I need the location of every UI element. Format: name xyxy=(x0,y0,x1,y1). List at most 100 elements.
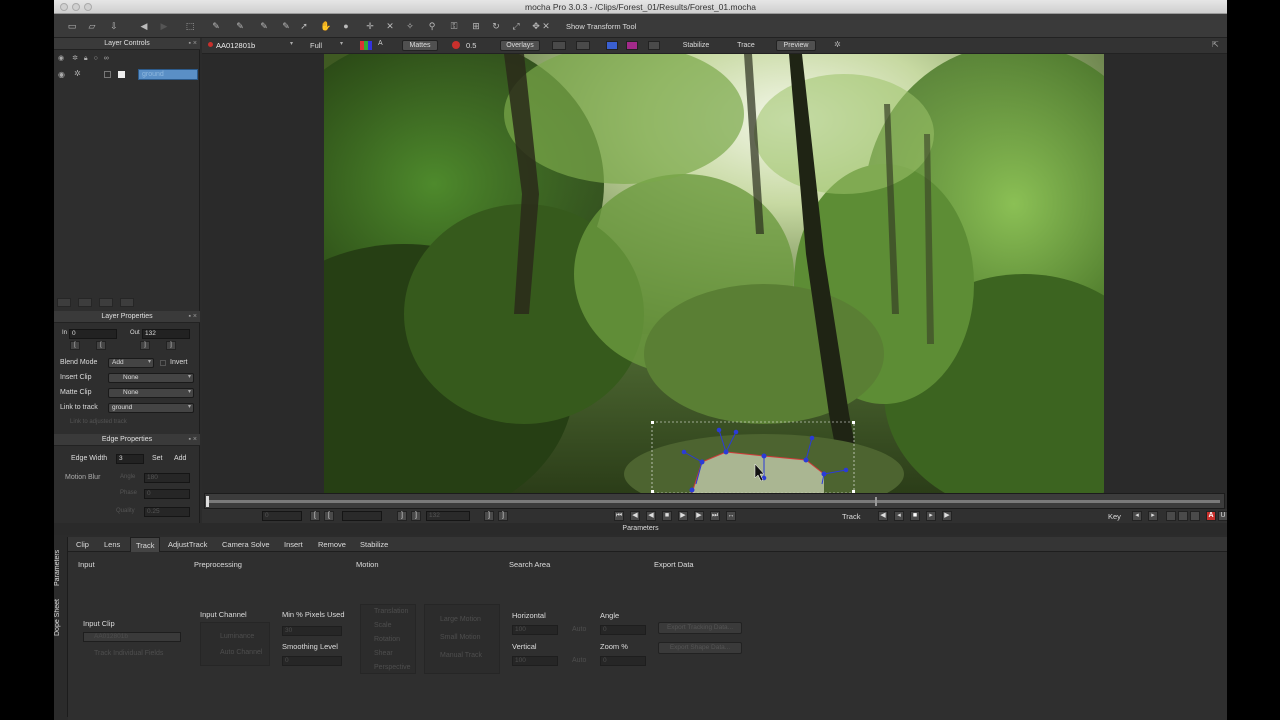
close-edge-properties-icon[interactable]: ▪ × xyxy=(188,434,197,446)
export-shape-data-button[interactable]: Export Shape Data... xyxy=(658,642,742,654)
large-motion-radio[interactable]: Large Motion xyxy=(440,616,481,623)
clip-name-select[interactable]: AA012801b xyxy=(216,41,255,50)
tab-clip[interactable]: Clip xyxy=(76,540,89,549)
feather-tool-icon[interactable]: ⊞ xyxy=(470,20,482,32)
tab-camera-solve[interactable]: Camera Solve xyxy=(222,540,270,549)
pointer-tool-icon[interactable]: ➚ xyxy=(298,20,310,32)
go-to-end-button[interactable]: ⏭ xyxy=(710,511,720,521)
lock-header-icon[interactable]: 🔒︎ xyxy=(84,55,88,62)
surface-icon[interactable] xyxy=(606,41,618,50)
prev-key-button[interactable]: ◂ xyxy=(1132,511,1142,521)
alpha-channel-icon[interactable]: A xyxy=(378,40,383,47)
in-set-button[interactable]: [ xyxy=(70,341,80,350)
layer-row-ground[interactable]: ◉ ✲ ground xyxy=(56,68,198,81)
play-backward-button[interactable]: ◀ xyxy=(646,511,656,521)
phase-field[interactable]: 0 xyxy=(144,489,190,499)
angle-field[interactable]: 0 xyxy=(600,625,646,635)
tab-lens[interactable]: Lens xyxy=(104,540,120,549)
zoom-select[interactable]: Full xyxy=(310,41,322,50)
motion-shear-checkbox[interactable]: Shear xyxy=(374,650,393,657)
link-header-icon[interactable]: ∞ xyxy=(104,55,109,62)
add-bezier-tool-icon[interactable]: ✎ xyxy=(280,20,292,32)
show-transform-tool-toggle[interactable]: Show Transform Tool xyxy=(566,22,636,31)
transform-tool-icon[interactable]: ✕ xyxy=(540,20,552,32)
goto-out-button[interactable]: ] xyxy=(397,511,407,521)
merge-layer-button[interactable] xyxy=(99,298,113,307)
loop-button[interactable]: ↔ xyxy=(726,511,736,521)
luminance-radio[interactable]: Luminance xyxy=(220,633,254,640)
tab-adjusttrack[interactable]: AdjustTrack xyxy=(168,540,207,549)
hand-tool-icon[interactable]: ✋ xyxy=(320,20,332,32)
timeline-end-marker[interactable] xyxy=(875,497,877,506)
close-layer-properties-icon[interactable]: ▪ × xyxy=(188,311,197,323)
magnet-tool-icon[interactable]: ✧ xyxy=(404,20,416,32)
step-back-button[interactable]: ◀ xyxy=(630,511,640,521)
stabilize-button[interactable]: Stabilize xyxy=(676,40,716,51)
timeline-playhead[interactable] xyxy=(206,496,209,507)
out-set-button[interactable]: ] xyxy=(140,341,150,350)
trace-button[interactable]: Trace xyxy=(728,40,764,51)
overlay-option-icon[interactable] xyxy=(552,41,566,50)
add-layer-button[interactable] xyxy=(57,298,71,307)
overlay-grid-icon[interactable] xyxy=(576,41,590,50)
edge-width-field[interactable]: 3 xyxy=(116,454,144,464)
select-tool-icon[interactable]: ⬚ xyxy=(184,20,196,32)
timeline-track[interactable] xyxy=(209,500,1220,503)
rotate-tool-icon[interactable]: ↻ xyxy=(490,20,502,32)
tab-track[interactable]: Track xyxy=(130,537,161,552)
matte-opacity-value[interactable]: 0.5 xyxy=(466,41,476,50)
tab-stabilize[interactable]: Stabilize xyxy=(360,540,388,549)
layer-visible-icon[interactable]: ◉ xyxy=(58,70,65,79)
gear-icon[interactable]: ✲ xyxy=(72,55,78,62)
clip-dropdown-icon[interactable]: ▾ xyxy=(290,40,293,47)
track-forward-button[interactable]: ▶ xyxy=(942,511,952,521)
motion-scale-checkbox[interactable]: Scale xyxy=(374,622,392,629)
frame-in-field[interactable]: 0 xyxy=(262,511,302,521)
mattes-button[interactable]: Mattes xyxy=(402,40,438,51)
matte-color-icon[interactable] xyxy=(626,41,638,50)
input-clip-select[interactable]: AA012801b xyxy=(83,632,181,642)
spline-overlay[interactable] xyxy=(324,54,1104,493)
add-point-tool-icon[interactable]: ✛ xyxy=(364,20,376,32)
layer-color-swatch[interactable] xyxy=(118,71,125,78)
small-motion-radio[interactable]: Small Motion xyxy=(440,634,480,641)
delete-all-keys-button[interactable] xyxy=(1190,511,1200,521)
in-field[interactable]: 0 xyxy=(69,329,117,339)
horizontal-field[interactable]: 100 xyxy=(512,625,558,635)
viewer-settings-icon[interactable]: ✲ xyxy=(834,40,841,49)
lock-icon[interactable]: ⚿ xyxy=(448,20,460,32)
scale-tool-icon[interactable]: ⤢ xyxy=(510,20,522,32)
close-panel-icon[interactable]: ▪ × xyxy=(188,38,197,50)
timeline-bar[interactable] xyxy=(204,493,1225,509)
blend-mode-select[interactable]: Add xyxy=(108,358,154,368)
remove-point-tool-icon[interactable]: ✕ xyxy=(384,20,396,32)
preview-button[interactable]: Preview xyxy=(776,40,816,51)
out-field[interactable]: 132 xyxy=(142,329,190,339)
add-xspline-tool-icon[interactable]: ✎ xyxy=(258,20,270,32)
duplicate-layer-button[interactable] xyxy=(78,298,92,307)
step-forward-button[interactable]: ▶ xyxy=(694,511,704,521)
zoom-dropdown-icon[interactable]: ▾ xyxy=(340,40,343,47)
clip-frame[interactable] xyxy=(324,54,1104,493)
motion-perspective-checkbox[interactable]: Perspective xyxy=(374,664,411,671)
quality-field[interactable]: 0.25 xyxy=(144,507,190,517)
side-tab-parameters[interactable]: Parameters xyxy=(54,543,68,593)
set-in-button[interactable]: [ xyxy=(310,511,320,521)
go-to-start-button[interactable]: ⏮ xyxy=(614,511,624,521)
autokey-icon[interactable]: A xyxy=(1206,511,1216,521)
viewer[interactable] xyxy=(202,54,1227,493)
set-out-button[interactable]: ] xyxy=(411,511,421,521)
open-project-icon[interactable]: ▱ xyxy=(86,20,98,32)
play-forward-button[interactable]: ▶ xyxy=(678,511,688,521)
delete-key-button[interactable] xyxy=(1178,511,1188,521)
export-tracking-data-button[interactable]: Export Tracking Data... xyxy=(658,622,742,634)
out-goto-button[interactable]: ] xyxy=(166,341,176,350)
xspline-tool-icon[interactable]: ✎ xyxy=(234,20,246,32)
min-pixels-field[interactable]: 30 xyxy=(282,626,342,636)
color-header-icon[interactable]: ○ xyxy=(94,55,98,62)
weight-tool-icon[interactable]: ⚲ xyxy=(426,20,438,32)
undo-icon[interactable]: ◀ xyxy=(138,20,150,32)
track-individual-fields-checkbox[interactable]: Track Individual Fields xyxy=(94,650,163,657)
track-backward-button[interactable]: ◀ xyxy=(878,511,888,521)
tab-insert[interactable]: Insert xyxy=(284,540,303,549)
